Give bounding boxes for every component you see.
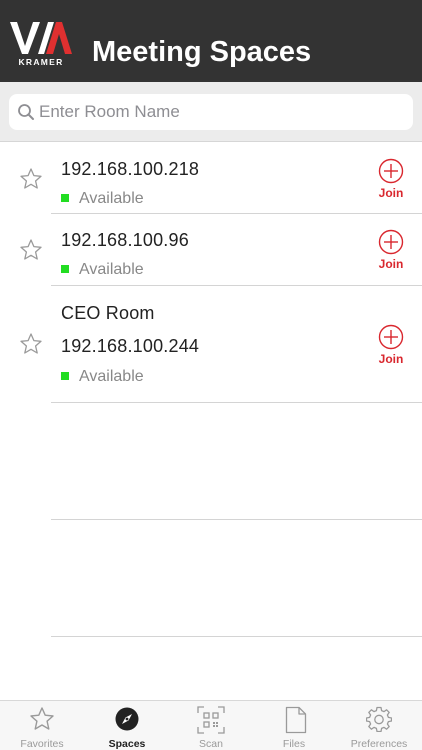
logo-subtext: KRAMER [18,57,64,67]
plus-circle-icon [378,324,404,350]
available-dot [61,372,69,380]
gear-icon [366,706,392,732]
star-icon [30,707,54,730]
room-ip: 192.168.100.96 [61,230,189,250]
tab-label: Preferences [350,738,408,750]
join-button[interactable]: Join [376,158,406,204]
room-ip: 192.168.100.244 [61,336,200,356]
header: KRAMER Meeting Spaces [0,0,422,82]
tab-label: Scan [199,738,223,750]
join-label: Join [378,186,404,200]
favorite-star-icon[interactable] [19,238,43,262]
room-row[interactable]: 192.168.100.96 Available Join [0,214,422,286]
empty-row-divider [51,636,422,637]
tab-bar: Favorites Spaces Scan Files Preferences [0,700,422,750]
compass-icon [115,707,139,731]
join-button[interactable]: Join [376,229,406,275]
status-text: Available [79,190,144,207]
search-icon [18,104,34,120]
file-icon [285,706,307,734]
page-title: Meeting Spaces [92,36,312,68]
search-input[interactable] [39,94,399,130]
plus-circle-icon [378,229,404,255]
plus-circle-icon [378,158,404,184]
via-logo-mark [10,22,72,54]
room-name: CEO Room [61,303,155,323]
app: KRAMER Meeting Spaces 192.168.100.218 Av… [0,0,422,750]
favorite-star-icon[interactable] [19,332,43,356]
tab-spaces[interactable]: Spaces [84,701,170,750]
status-text: Available [79,261,144,278]
search-box[interactable] [9,94,413,130]
tab-label: Files [282,738,306,750]
room-row[interactable]: CEO Room 192.168.100.244 Available Join [0,286,422,403]
status-text: Available [79,368,144,385]
join-button[interactable]: Join [376,324,406,370]
room-ip: 192.168.100.218 [61,159,200,179]
available-dot [61,265,69,273]
tab-scan[interactable]: Scan [170,701,252,750]
qr-code-icon [197,706,225,734]
tab-label: Favorites [20,738,64,750]
search-bar [0,82,422,142]
favorite-star-icon[interactable] [19,167,43,191]
available-dot [61,194,69,202]
join-label: Join [378,257,404,271]
join-label: Join [378,352,404,366]
tab-preferences[interactable]: Preferences [336,701,422,750]
tab-favorites[interactable]: Favorites [0,701,84,750]
tab-files[interactable]: Files [252,701,336,750]
tab-label: Spaces [108,738,146,750]
kramer-via-logo: KRAMER [10,20,72,68]
room-row[interactable]: 192.168.100.218 Available Join [0,143,422,214]
row-divider [51,402,422,403]
empty-row-divider [51,519,422,520]
room-list: 192.168.100.218 Available Join 192.168.1… [0,143,422,403]
